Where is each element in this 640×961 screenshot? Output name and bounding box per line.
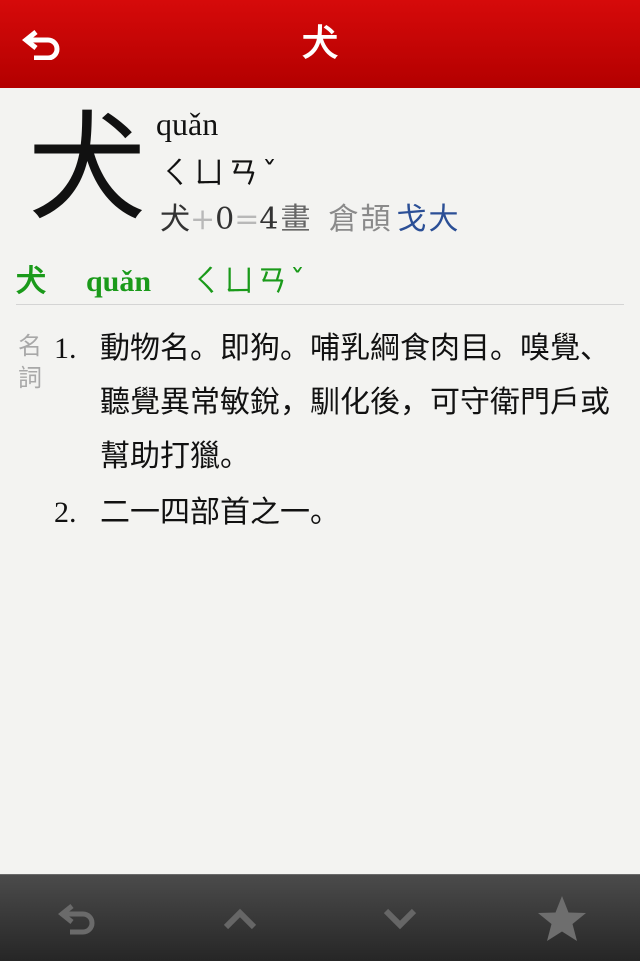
- heteronym-character: 犬: [16, 264, 46, 299]
- definition-text: 二一四部首之一。: [100, 495, 340, 530]
- radical-link[interactable]: 犬: [160, 202, 190, 237]
- strokes-label: 畫: [280, 202, 311, 237]
- star-icon: [538, 896, 586, 941]
- chevron-down-icon: [383, 908, 417, 930]
- previous-button[interactable]: [210, 889, 270, 949]
- definition-item: 1. 動物名。即狗。哺乳綱食肉目。嗅覺、聽覺異常敏銳，馴化後，可守衛門戶或幫助打…: [54, 322, 614, 484]
- bottom-toolbar: [0, 874, 640, 961]
- definition-number: 2.: [54, 496, 77, 529]
- extra-strokes: 0: [215, 202, 235, 237]
- cangjie-value: 戈大: [396, 202, 461, 237]
- toolbar-back-button[interactable]: [48, 889, 108, 949]
- entry-content: 犬 quǎn ㄑㄩㄢˇ 犬+0=4畫 倉頡 戈大 犬 quǎn ㄑㄩㄢˇ 名詞 1. 動…: [0, 88, 640, 874]
- divider: [16, 304, 624, 305]
- entry-pinyin: quǎn: [156, 106, 219, 142]
- part-of-speech-tag: 名詞: [18, 332, 42, 392]
- total-strokes: 4: [259, 202, 279, 237]
- definition-item: 2. 二一四部首之一。: [54, 486, 614, 540]
- entry-bopomofo: ㄑㄩㄢˇ: [160, 156, 281, 191]
- favorite-button[interactable]: [532, 889, 592, 949]
- back-icon: [58, 904, 95, 935]
- top-navigation-bar: 犬: [0, 0, 640, 88]
- equals-sign: =: [234, 202, 260, 237]
- plus-sign: +: [190, 202, 216, 237]
- definition-list: 1. 動物名。即狗。哺乳綱食肉目。嗅覺、聽覺異常敏銳，馴化後，可守衛門戶或幫助打…: [54, 322, 614, 542]
- heteronym-pinyin: quǎn: [86, 265, 152, 298]
- definition-number: 1.: [54, 332, 77, 365]
- chevron-up-icon: [223, 908, 257, 930]
- heteronym-heading: 犬 quǎn ㄑㄩㄢˇ: [16, 256, 624, 300]
- definition-text: 動物名。即狗。哺乳綱食肉目。嗅覺、聽覺異常敏銳，馴化後，可守衛門戶或幫助打獵。: [100, 331, 610, 474]
- next-button[interactable]: [370, 889, 430, 949]
- entry-character: 犬: [28, 99, 147, 237]
- heteronym-bopomofo: ㄑㄩㄢˇ: [191, 264, 309, 299]
- page-title: 犬: [301, 23, 338, 64]
- stroke-info: 犬+0=4畫 倉頡 戈大: [160, 194, 460, 238]
- cangjie-label: 倉頡: [328, 202, 393, 237]
